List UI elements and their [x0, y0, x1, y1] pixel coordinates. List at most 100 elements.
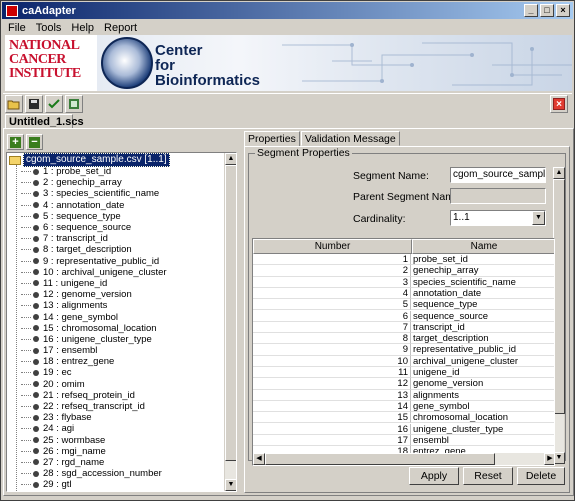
collapse-all-button[interactable]: −: [26, 134, 43, 150]
scroll-down-icon[interactable]: ▼: [225, 479, 236, 491]
cardinality-select[interactable]: 1..1 ▼: [450, 210, 546, 226]
tree-item[interactable]: 14 : gene_symbol: [21, 311, 167, 323]
tree-item[interactable]: 18 : entrez_gene: [21, 356, 167, 367]
tree-item[interactable]: 1 : probe_set_id: [21, 166, 167, 177]
tree-item[interactable]: 12 : genome_version: [21, 289, 167, 300]
tree-item[interactable]: 8 : target_description: [21, 244, 167, 255]
segment-fields-table[interactable]: Number Name 1 probe_set_id 2 genechip_array…: [252, 238, 555, 466]
document-tab[interactable]: Untitled_1.scs: [5, 114, 84, 129]
tab-properties[interactable]: Properties: [244, 131, 300, 147]
tree-item[interactable]: 17 : ensembl: [21, 345, 167, 356]
table-row[interactable]: 3 species_scientific_name: [253, 276, 554, 288]
tree-item-label: 18 : entrez_gene: [43, 356, 115, 368]
scroll-up-icon[interactable]: ▲: [225, 153, 236, 165]
tree-item[interactable]: 6 : sequence_source: [21, 222, 167, 233]
menu-file[interactable]: File: [3, 22, 31, 34]
field-node-icon: [33, 425, 39, 432]
chevron-down-icon[interactable]: ▼: [532, 211, 545, 225]
table-row[interactable]: 6 sequence_source: [253, 310, 554, 322]
scroll-right-icon[interactable]: ▶: [544, 453, 554, 465]
maximize-button[interactable]: □: [540, 4, 554, 17]
tree-item[interactable]: 10 : archival_unigene_cluster: [21, 267, 167, 278]
menu-help[interactable]: Help: [66, 22, 99, 34]
tree-item[interactable]: 27 : rgd_name: [21, 457, 167, 468]
table-row[interactable]: 13 alignments: [253, 389, 554, 401]
tree-item[interactable]: 7 : transcript_id: [21, 233, 167, 244]
table-row[interactable]: 5 sequence_type: [253, 299, 554, 311]
minimize-button[interactable]: _: [524, 4, 538, 17]
tree-item[interactable]: 11 : unigene_id: [21, 278, 167, 289]
close-document-button[interactable]: ×: [550, 95, 568, 113]
menu-report[interactable]: Report: [99, 22, 142, 34]
table-row[interactable]: 1 probe_set_id: [253, 254, 554, 266]
tree-item[interactable]: 28 : sgd_accession_number: [21, 468, 167, 479]
field-node-icon: [33, 325, 39, 332]
tree-item[interactable]: 9 : representative_public_id: [21, 256, 167, 267]
field-node-icon: [33, 336, 39, 343]
cell-name: chromosomal_location: [411, 412, 554, 424]
title-bar[interactable]: caAdapter _ □ ×: [2, 2, 573, 19]
field-node-icon: [33, 179, 39, 186]
tree-item[interactable]: 22 : refseq_transcript_id: [21, 401, 167, 412]
save-button[interactable]: [25, 94, 43, 113]
table-row[interactable]: 16 unigene_cluster_type: [253, 423, 554, 435]
tree-item[interactable]: 24 : agi: [21, 423, 167, 434]
field-node-icon: [33, 314, 39, 321]
table-row[interactable]: 11 unigene_id: [253, 367, 554, 379]
field-node-icon: [33, 213, 39, 220]
tree-item[interactable]: 25 : wormbase: [21, 435, 167, 446]
open-button[interactable]: [5, 94, 23, 113]
table-row[interactable]: 10 archival_unigene_cluster: [253, 355, 554, 367]
segment-name-field[interactable]: cgom_source_sample.: [450, 167, 546, 183]
table-row[interactable]: 15 chromosomal_location: [253, 412, 554, 424]
generate-button[interactable]: [65, 94, 83, 113]
scroll-thumb[interactable]: [265, 453, 495, 465]
table-row[interactable]: 7 transcript_id: [253, 321, 554, 334]
apply-button[interactable]: Apply: [409, 467, 459, 485]
table-row[interactable]: 9 representative_public_id: [253, 344, 554, 356]
tree-item[interactable]: 23 : flybase: [21, 412, 167, 423]
tree-item[interactable]: 15 : chromosomal_location: [21, 323, 167, 334]
tree-vertical-scrollbar[interactable]: ▲ ▼: [224, 153, 236, 491]
tree-item-label: 8 : target_description: [43, 244, 132, 256]
tree-item[interactable]: 3 : species_scientific_name: [21, 188, 167, 199]
table-row[interactable]: 12 genome_version: [253, 378, 554, 390]
cell-name: ensembl: [411, 435, 554, 447]
pane-splitter[interactable]: [238, 132, 242, 492]
tree-item[interactable]: 20 : omim: [21, 379, 167, 390]
tree-item[interactable]: 16 : unigene_cluster_type: [21, 334, 167, 345]
scroll-thumb[interactable]: [225, 165, 236, 461]
table-row[interactable]: 8 target_description: [253, 333, 554, 345]
cell-number: 8: [253, 333, 411, 345]
tree-root-node[interactable]: cgom_source_sample.csv [1..1]: [9, 153, 170, 167]
column-header-name[interactable]: Name: [412, 239, 554, 254]
table-row[interactable]: 14 gene_symbol: [253, 400, 554, 413]
tree-item-label: 22 : refseq_transcript_id: [43, 401, 145, 413]
column-header-number[interactable]: Number: [253, 239, 412, 254]
table-horizontal-scrollbar[interactable]: ◀ ▶: [253, 453, 554, 465]
cell-number: 1: [253, 254, 411, 266]
menu-tools[interactable]: Tools: [31, 22, 67, 34]
scroll-up-icon[interactable]: ▲: [553, 167, 565, 179]
tree-item[interactable]: 2 : genechip_array: [21, 177, 167, 188]
tree-item[interactable]: 21 : refseq_protein_id: [21, 390, 167, 401]
delete-button[interactable]: Delete: [517, 467, 565, 485]
tree-item[interactable]: 5 : sequence_type: [21, 211, 167, 222]
expand-all-button[interactable]: +: [7, 134, 24, 150]
close-window-button[interactable]: ×: [556, 4, 570, 17]
tree-item[interactable]: 19 : ec: [21, 367, 167, 378]
scroll-left-icon[interactable]: ◀: [253, 453, 265, 465]
table-row[interactable]: 17 ensembl: [253, 434, 554, 447]
reset-button[interactable]: Reset: [463, 467, 513, 485]
tree-item[interactable]: 4 : annotation_date: [21, 200, 167, 211]
tree-item[interactable]: 13 : alignments: [21, 300, 167, 311]
table-row[interactable]: 2 genechip_array: [253, 265, 554, 277]
validate-button[interactable]: [45, 94, 63, 113]
tree-item[interactable]: 29 : gtl: [21, 479, 167, 490]
cell-number: 14: [253, 400, 411, 413]
tree-item[interactable]: 26 : mgi_name: [21, 446, 167, 457]
source-tree[interactable]: cgom_source_sample.csv [1..1] 1 : probe_…: [6, 152, 237, 492]
table-row[interactable]: 4 annotation_date: [253, 287, 554, 300]
tab-validation-message[interactable]: Validation Message: [300, 131, 400, 146]
cell-number: 11: [253, 367, 411, 379]
